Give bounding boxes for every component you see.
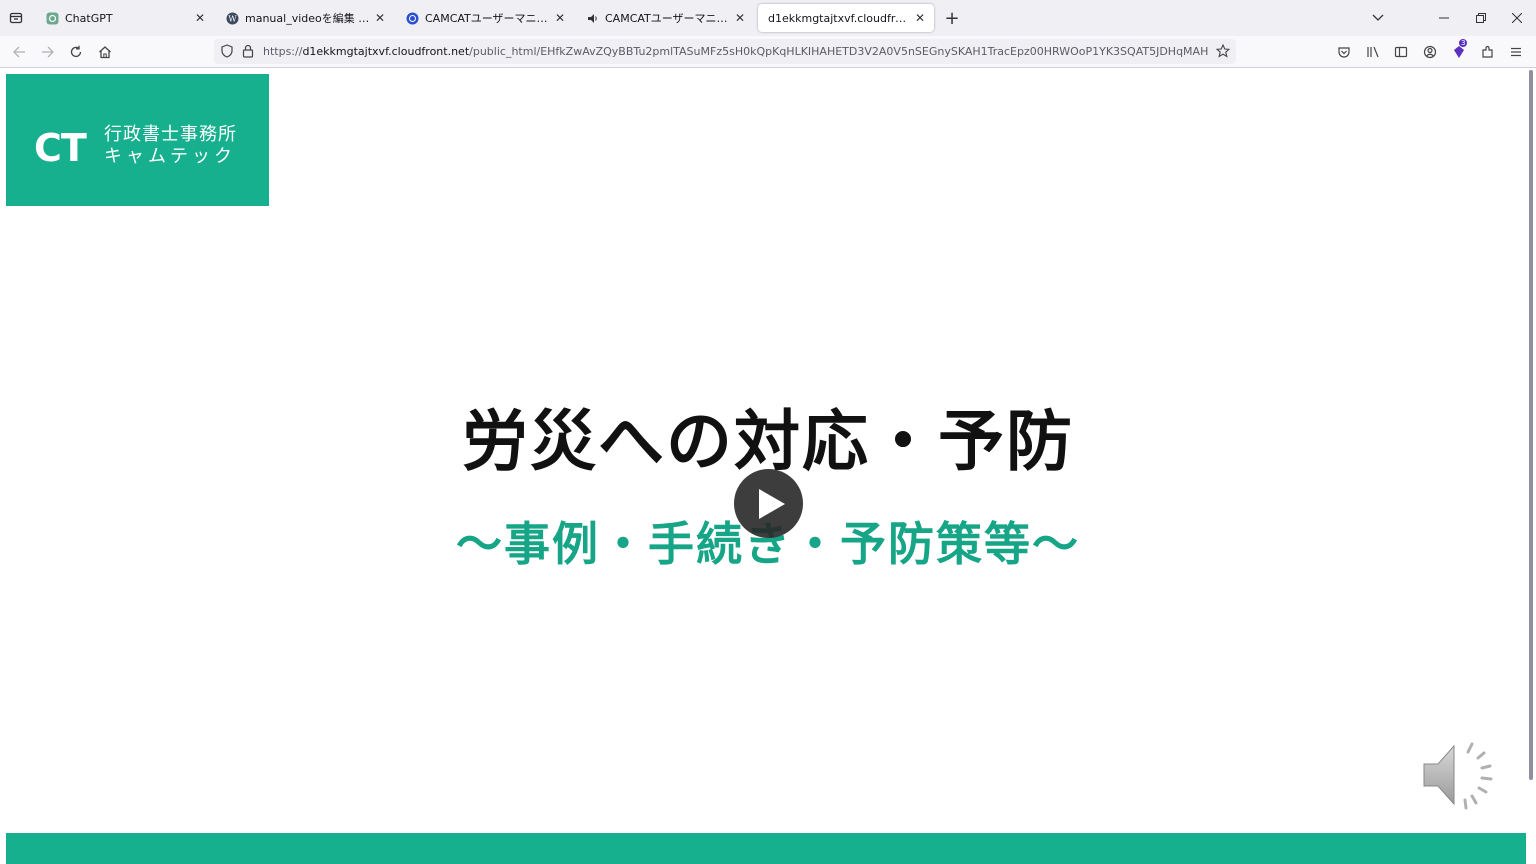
vertical-scrollbar[interactable]: [1526, 68, 1536, 864]
tab-camcat-manual[interactable]: CAMCATユーザーマニュアル | GMS ✕: [396, 4, 574, 32]
slide-footer-bar: [6, 833, 1526, 864]
video-player[interactable]: CT 行政書士事務所 キャムテック 労災への対応・予防 ～事例・手続き・予防策等…: [0, 68, 1526, 864]
navigation-toolbar: https://d1ekkmgtajtxvf.cloudfront.net/pu…: [0, 36, 1536, 68]
tracking-protection-icon[interactable]: [220, 44, 234, 61]
tab-title: d1ekkmgtajtxvf.cloudfront.net/public_htm…: [768, 11, 912, 25]
address-bar[interactable]: https://d1ekkmgtajtxvf.cloudfront.net/pu…: [214, 39, 1236, 64]
chatgpt-icon: [46, 12, 59, 25]
tab-title: CAMCATユーザーマニュアル | GMS: [425, 12, 552, 25]
library-icon[interactable]: [1363, 42, 1383, 62]
tab-title: manual_videoを編集 “テスト” ‹ GMS: [245, 12, 372, 25]
play-icon: [758, 488, 785, 519]
new-tab-icon[interactable]: +: [942, 8, 962, 29]
company-logo: CT 行政書士事務所 キャムテック: [6, 74, 269, 206]
tab-title: ChatGPT: [65, 11, 113, 25]
audio-icon[interactable]: [586, 12, 599, 25]
extension-puzzle-badge-icon[interactable]: 3: [1449, 39, 1469, 62]
url-scheme: https://: [263, 45, 303, 58]
play-button[interactable]: [734, 469, 803, 538]
tab-chatgpt[interactable]: ChatGPT ✕: [36, 4, 214, 32]
firefox-view-icon[interactable]: [6, 8, 26, 28]
reload-icon[interactable]: [66, 42, 86, 62]
tab-camcat-manual-audio[interactable]: CAMCATユーザーマニュアル | GMS ✕: [576, 4, 754, 32]
tab-title: CAMCATユーザーマニュアル | GMS: [605, 12, 732, 25]
restore-icon[interactable]: [1471, 8, 1491, 28]
bookmark-star-icon[interactable]: [1215, 43, 1231, 61]
sidebar-icon[interactable]: [1391, 42, 1411, 62]
close-tab-icon[interactable]: ✕: [732, 11, 748, 25]
back-icon[interactable]: [9, 42, 29, 62]
wordpress-icon: W: [226, 12, 239, 25]
url-text[interactable]: https://d1ekkmgtajtxvf.cloudfront.net/pu…: [263, 45, 1208, 58]
list-all-tabs-icon[interactable]: [1368, 8, 1388, 28]
globe-icon: [406, 12, 419, 25]
close-tab-icon[interactable]: ✕: [192, 11, 208, 25]
forward-icon[interactable]: [38, 42, 58, 62]
home-icon[interactable]: [95, 42, 115, 62]
close-tab-icon[interactable]: ✕: [552, 11, 568, 25]
tab-strip: ChatGPT ✕ W manual_videoを編集 “テスト” ‹ GMS …: [0, 0, 1536, 36]
close-window-icon[interactable]: [1507, 8, 1527, 28]
close-tab-icon[interactable]: ✕: [912, 11, 928, 25]
logo-mark: CT: [34, 126, 87, 170]
lock-icon[interactable]: [242, 44, 254, 61]
svg-text:W: W: [228, 14, 237, 23]
scrollbar-thumb[interactable]: [1529, 70, 1533, 780]
speaker-icon[interactable]: [1418, 738, 1500, 812]
tab-cloudfront[interactable]: d1ekkmgtajtxvf.cloudfront.net/public_htm…: [758, 4, 934, 32]
close-tab-icon[interactable]: ✕: [372, 11, 388, 25]
extensions-icon[interactable]: [1478, 42, 1498, 62]
menu-icon[interactable]: [1506, 42, 1526, 62]
tab-wordpress[interactable]: W manual_videoを編集 “テスト” ‹ GMS ✕: [216, 4, 394, 32]
url-path: /public_html/EHfkZwAvZQyBBTu2pmlTASuMFz5…: [469, 45, 1208, 58]
account-icon[interactable]: [1420, 42, 1440, 62]
url-host: d1ekkmgtajtxvf.cloudfront.net: [302, 45, 470, 58]
minimize-icon[interactable]: [1434, 8, 1454, 28]
logo-company-name: キャムテック: [104, 146, 236, 167]
pocket-icon[interactable]: [1334, 42, 1354, 62]
